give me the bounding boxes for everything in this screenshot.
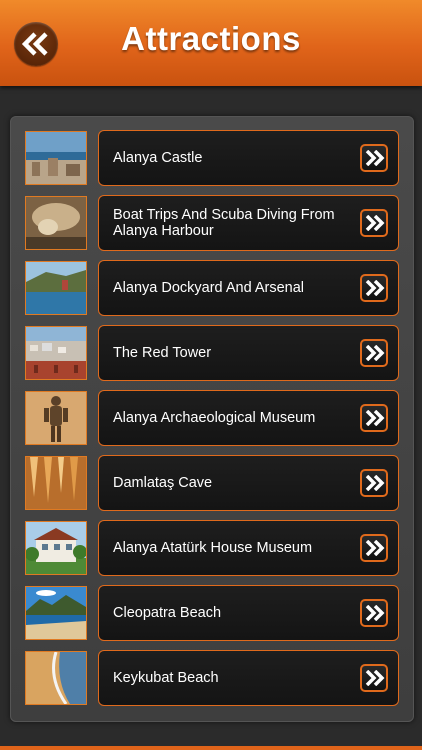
- open-item-button[interactable]: [360, 664, 388, 692]
- list-item[interactable]: Alanya Dockyard And Arsenal: [25, 260, 413, 316]
- open-item-button[interactable]: [360, 534, 388, 562]
- header-bar: Attractions: [0, 0, 422, 86]
- page-title: Attractions: [121, 20, 301, 57]
- double-chevron-right-icon: [365, 280, 385, 296]
- item-card[interactable]: Alanya Dockyard And Arsenal: [98, 260, 399, 316]
- double-chevron-right-icon: [365, 410, 385, 426]
- double-chevron-right-icon: [365, 345, 385, 361]
- castle-photo: [25, 131, 87, 185]
- coast-photo: [25, 261, 87, 315]
- beach-photo: [25, 586, 87, 640]
- item-label: Alanya Archaeological Museum: [113, 410, 316, 426]
- item-label: Cleopatra Beach: [113, 605, 222, 621]
- open-item-button[interactable]: [360, 339, 388, 367]
- list-item[interactable]: Damlataş Cave: [25, 455, 413, 511]
- item-label: Alanya Atatürk House Museum: [113, 540, 313, 556]
- item-label: Keykubat Beach: [113, 670, 219, 686]
- stalactite-photo: [25, 456, 87, 510]
- list-item[interactable]: Alanya Archaeological Museum: [25, 390, 413, 446]
- double-chevron-right-icon: [365, 215, 385, 231]
- house-photo: [25, 521, 87, 575]
- footer-accent-line: [0, 746, 422, 750]
- list-item[interactable]: Keykubat Beach: [25, 650, 413, 706]
- item-label: The Red Tower: [113, 345, 212, 361]
- open-item-button[interactable]: [360, 404, 388, 432]
- double-chevron-right-icon: [365, 605, 385, 621]
- item-card[interactable]: Boat Trips And Scuba Diving From Alanya …: [98, 195, 399, 251]
- item-card[interactable]: Cleopatra Beach: [98, 585, 399, 641]
- list-item[interactable]: Cleopatra Beach: [25, 585, 413, 641]
- item-card[interactable]: Damlataş Cave: [98, 455, 399, 511]
- list-item[interactable]: Alanya Atatürk House Museum: [25, 520, 413, 576]
- open-item-button[interactable]: [360, 599, 388, 627]
- double-chevron-right-icon: [365, 475, 385, 491]
- item-label: Alanya Dockyard And Arsenal: [113, 280, 305, 296]
- item-card[interactable]: The Red Tower: [98, 325, 399, 381]
- double-chevron-right-icon: [365, 150, 385, 166]
- item-card[interactable]: Keykubat Beach: [98, 650, 399, 706]
- list-item[interactable]: Boat Trips And Scuba Diving From Alanya …: [25, 195, 413, 251]
- attractions-list: Alanya Castle Boat Trips And Scuba Divin…: [10, 116, 414, 722]
- open-item-button[interactable]: [360, 209, 388, 237]
- item-card[interactable]: Alanya Archaeological Museum: [98, 390, 399, 446]
- item-card[interactable]: Alanya Castle: [98, 130, 399, 186]
- statue-photo: [25, 391, 87, 445]
- item-label: Damlataş Cave: [113, 475, 213, 491]
- double-chevron-right-icon: [365, 670, 385, 686]
- item-label: Alanya Castle: [113, 150, 203, 166]
- list-item[interactable]: The Red Tower: [25, 325, 413, 381]
- open-item-button[interactable]: [360, 144, 388, 172]
- cave-photo: [25, 196, 87, 250]
- list-item[interactable]: Alanya Castle: [25, 130, 413, 186]
- double-chevron-right-icon: [365, 540, 385, 556]
- open-item-button[interactable]: [360, 274, 388, 302]
- item-card[interactable]: Alanya Atatürk House Museum: [98, 520, 399, 576]
- tower-photo: [25, 326, 87, 380]
- shore-photo: [25, 651, 87, 705]
- item-label: Boat Trips And Scuba Diving From Alanya …: [113, 207, 335, 239]
- open-item-button[interactable]: [360, 469, 388, 497]
